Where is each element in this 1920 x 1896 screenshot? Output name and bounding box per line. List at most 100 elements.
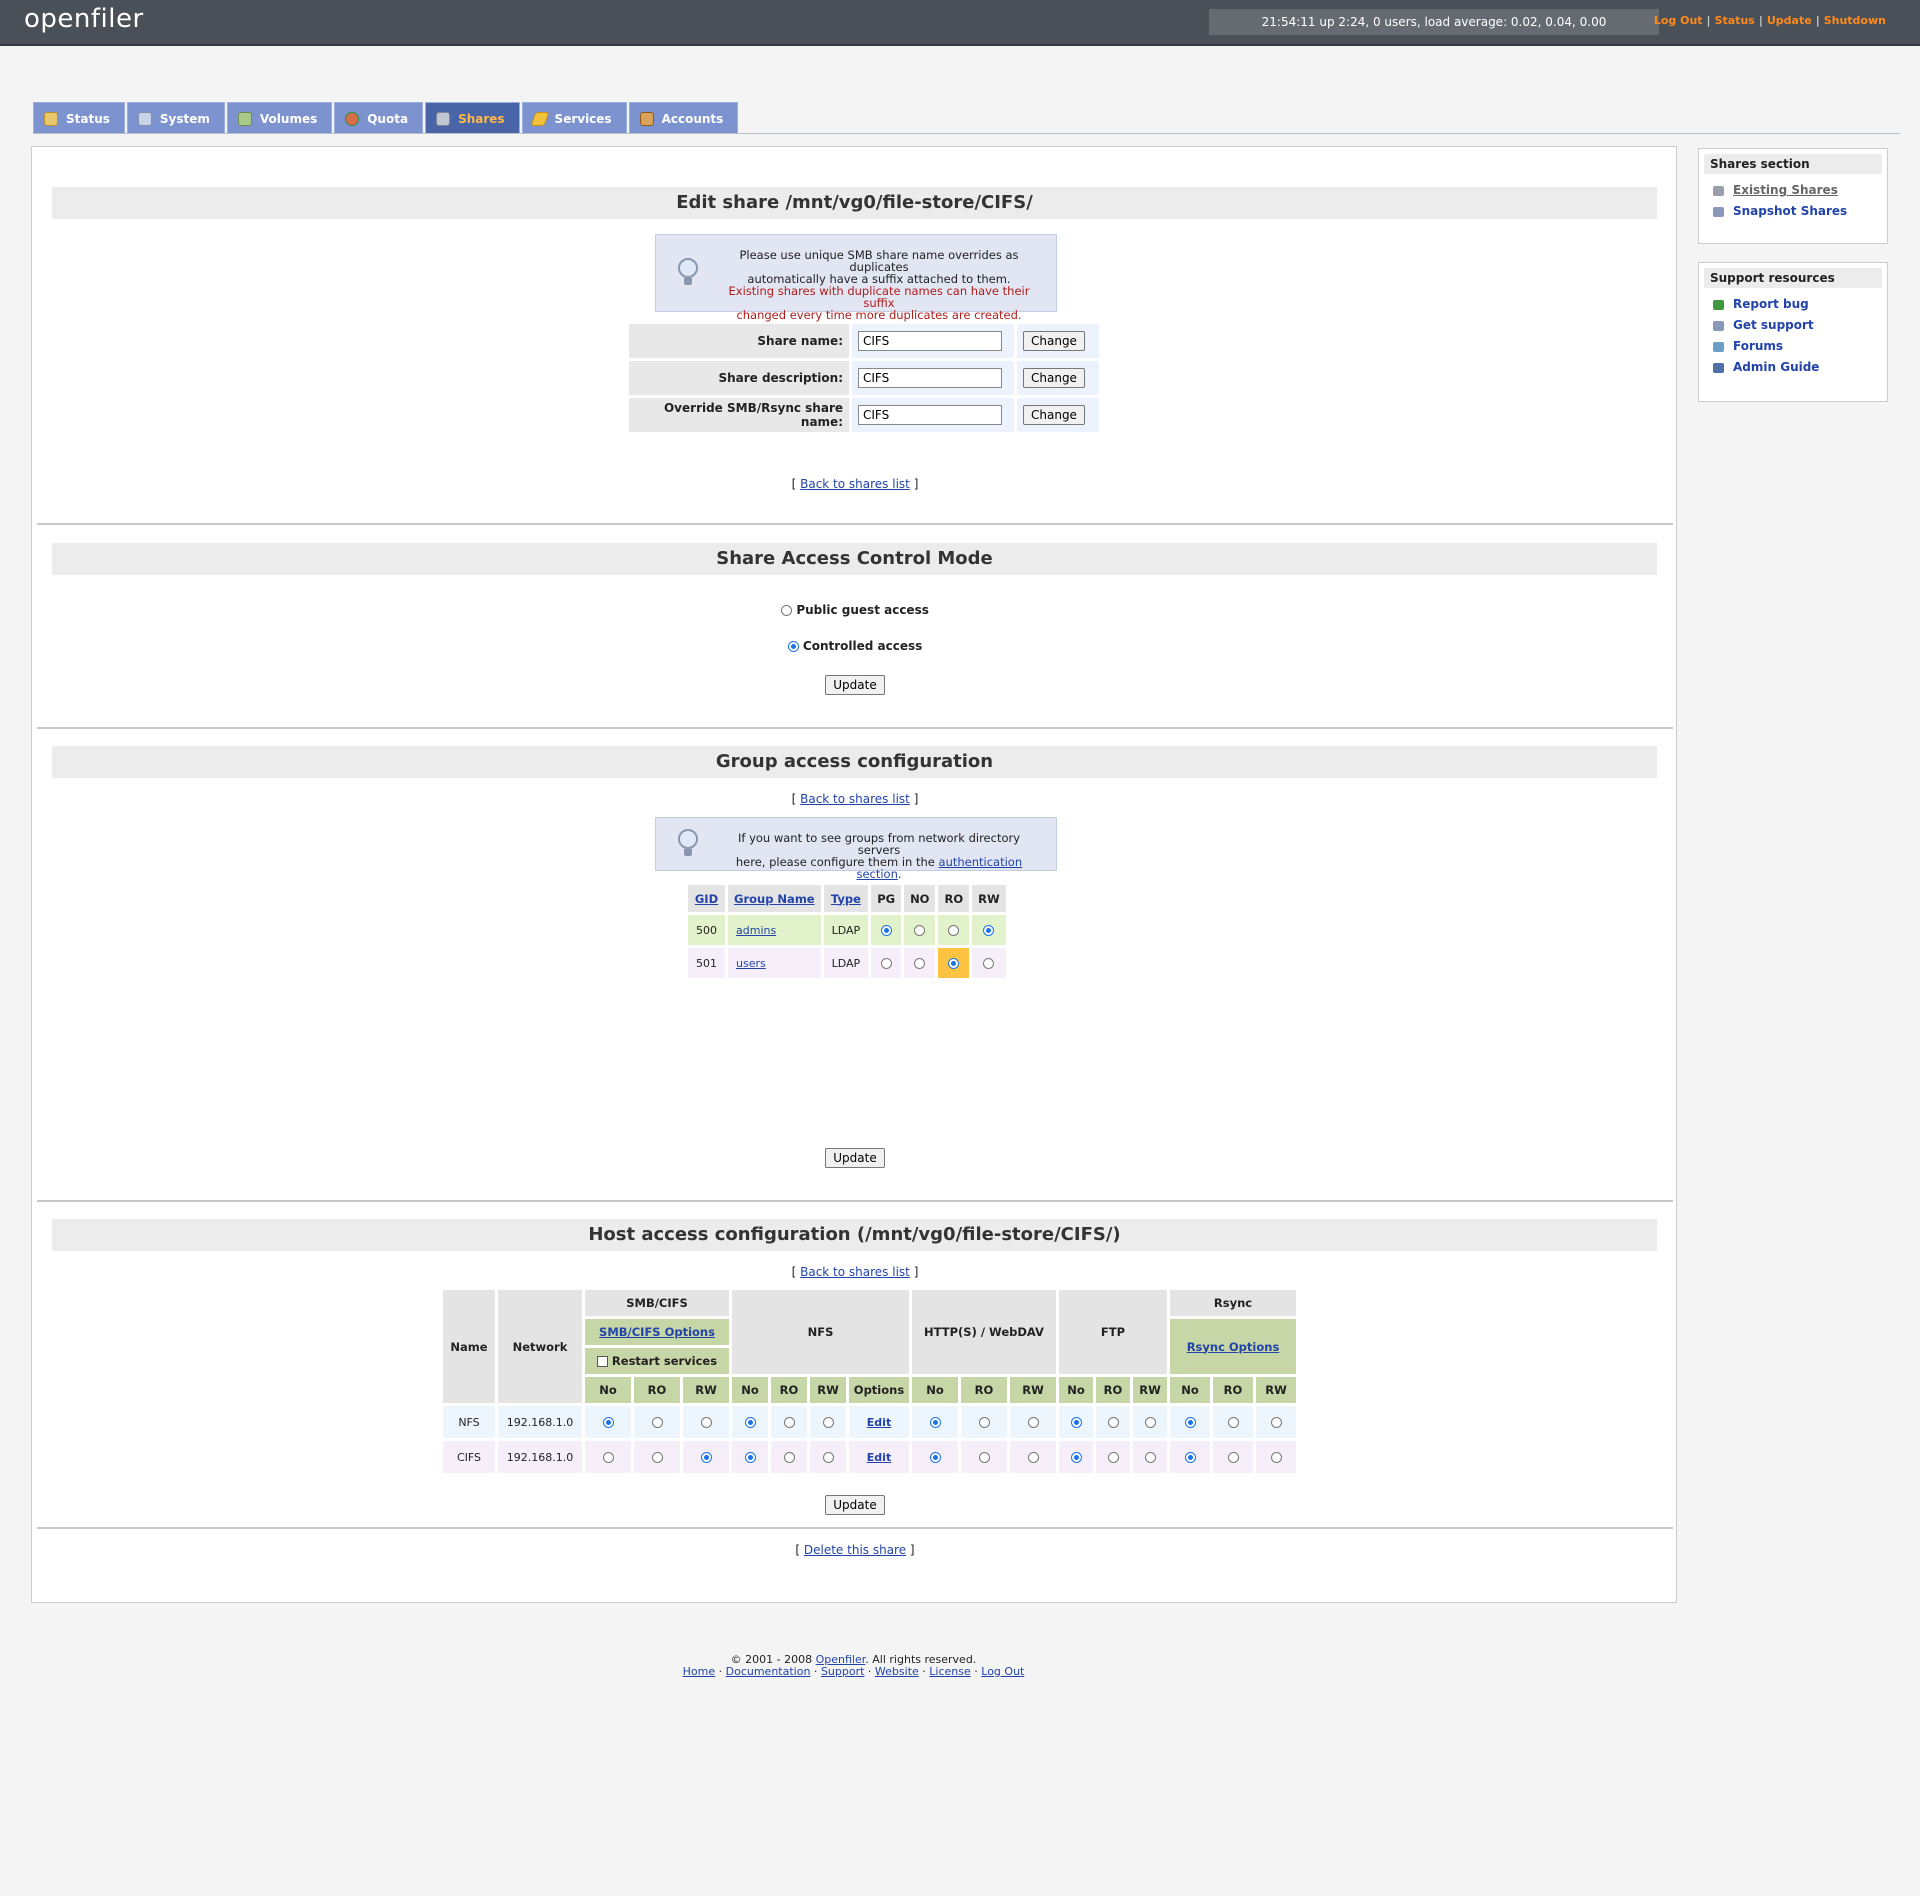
sidebar-item-report-bug[interactable]: Report bug — [1699, 294, 1887, 315]
col-ro: RO — [938, 885, 970, 912]
back-to-shares-link[interactable]: Back to shares list — [800, 477, 910, 491]
host-network-cell: 192.168.1.0 — [498, 1406, 582, 1438]
no-radio[interactable] — [914, 958, 926, 969]
nfs-ro-radio[interactable] — [783, 1452, 795, 1463]
col-name: Name — [443, 1290, 495, 1403]
ro-radio[interactable] — [948, 925, 960, 936]
share-description-input[interactable] — [858, 368, 1002, 388]
status-link[interactable]: Status — [1715, 14, 1755, 27]
smb-ro-radio[interactable] — [651, 1452, 663, 1463]
col-type[interactable]: Type — [823, 885, 869, 912]
rsync-no-radio[interactable] — [1184, 1452, 1196, 1463]
nfs-ro-radio[interactable] — [783, 1417, 795, 1428]
col-group-name[interactable]: Group Name — [728, 885, 821, 912]
smb-no-radio[interactable] — [602, 1417, 614, 1428]
restart-services-checkbox[interactable] — [596, 1356, 608, 1367]
pg-radio[interactable] — [880, 925, 892, 936]
footer-documentation-link[interactable]: Documentation — [726, 1665, 811, 1678]
logout-link[interactable]: Log Out — [1654, 14, 1703, 27]
back-to-shares-link[interactable]: Back to shares list — [800, 792, 910, 806]
tab-services[interactable]: Services — [521, 102, 627, 134]
rsync-rw-radio[interactable] — [1270, 1452, 1282, 1463]
back-to-shares-link[interactable]: Back to shares list — [800, 1265, 910, 1279]
tab-status[interactable]: Status — [33, 102, 125, 134]
nfs-rw-radio[interactable] — [822, 1452, 834, 1463]
sidebar-item-get-support[interactable]: Get support — [1699, 315, 1887, 336]
rw-radio[interactable] — [983, 958, 995, 969]
shutdown-link[interactable]: Shutdown — [1824, 14, 1886, 27]
http-ro-radio[interactable] — [978, 1452, 990, 1463]
sidebar-item-existing-shares[interactable]: Existing Shares — [1699, 180, 1887, 201]
nfs-rw-radio[interactable] — [822, 1417, 834, 1428]
tab-shares[interactable]: Shares — [425, 102, 520, 134]
smb-header: SMB/CIFS — [585, 1290, 729, 1316]
rw-radio[interactable] — [983, 925, 995, 936]
public-guest-radio[interactable] — [781, 605, 793, 616]
public-guest-option[interactable]: Public guest access — [32, 603, 1678, 617]
ftp-no-radio[interactable] — [1070, 1417, 1082, 1428]
smb-ro-radio[interactable] — [651, 1417, 663, 1428]
footer-logout-link[interactable]: Log Out — [981, 1665, 1024, 1678]
tab-system[interactable]: System — [126, 102, 225, 134]
controlled-access-option[interactable]: Controlled access — [32, 639, 1678, 653]
smb-no-radio[interactable] — [602, 1452, 614, 1463]
ro-radio[interactable] — [948, 958, 960, 969]
footer-support-link[interactable]: Support — [821, 1665, 864, 1678]
group-name-link[interactable]: users — [736, 957, 766, 970]
footer-home-link[interactable]: Home — [683, 1665, 715, 1678]
rsync-ro-radio[interactable] — [1227, 1417, 1239, 1428]
access-mode-update-button[interactable]: Update — [825, 675, 885, 695]
footer-website-link[interactable]: Website — [875, 1665, 919, 1678]
change-share-name-button[interactable]: Change — [1023, 331, 1085, 351]
http-rw-radio[interactable] — [1027, 1452, 1039, 1463]
pg-radio[interactable] — [880, 958, 892, 969]
ftp-ro-radio[interactable] — [1107, 1417, 1119, 1428]
system-icon — [137, 111, 152, 126]
rsync-ro-radio[interactable] — [1227, 1452, 1239, 1463]
rsync-rw-radio[interactable] — [1270, 1417, 1282, 1428]
ftp-no-radio[interactable] — [1070, 1452, 1082, 1463]
access-mode-title: Share Access Control Mode — [52, 543, 1657, 575]
override-smb-name-input[interactable] — [858, 405, 1002, 425]
http-no-radio[interactable] — [929, 1417, 941, 1428]
type-cell: LDAP — [823, 948, 869, 978]
tab-quota[interactable]: Quota — [334, 102, 424, 134]
sidebar-item-admin-guide[interactable]: Admin Guide — [1699, 357, 1887, 378]
sidebar-item-forums[interactable]: Forums — [1699, 336, 1887, 357]
tab-accounts[interactable]: Accounts — [628, 102, 739, 134]
col-gid[interactable]: GID — [688, 885, 725, 912]
footer-license-link[interactable]: License — [929, 1665, 970, 1678]
rsync-no-radio[interactable] — [1184, 1417, 1196, 1428]
host-network-cell: 192.168.1.0 — [498, 1441, 582, 1473]
group-access-update-button[interactable]: Update — [825, 1148, 885, 1168]
smb-options-link[interactable]: SMB/CIFS Options — [599, 1325, 715, 1339]
share-name-input[interactable] — [858, 331, 1002, 351]
ftp-rw-radio[interactable] — [1144, 1452, 1156, 1463]
host-name-cell: CIFS — [443, 1441, 495, 1473]
table-row: NFS 192.168.1.0 Edit — [443, 1406, 1296, 1438]
controlled-access-radio[interactable] — [787, 641, 799, 652]
sidebar-item-snapshot-shares[interactable]: Snapshot Shares — [1699, 201, 1887, 222]
update-link[interactable]: Update — [1767, 14, 1812, 27]
no-radio[interactable] — [914, 925, 926, 936]
smb-rw-radio[interactable] — [700, 1452, 712, 1463]
ftp-ro-radio[interactable] — [1107, 1452, 1119, 1463]
rsync-options-link[interactable]: Rsync Options — [1187, 1340, 1280, 1354]
nfs-edit-link[interactable]: Edit — [867, 1416, 891, 1429]
http-no-radio[interactable] — [929, 1452, 941, 1463]
change-override-name-button[interactable]: Change — [1023, 405, 1085, 425]
host-access-update-button[interactable]: Update — [825, 1495, 885, 1515]
tab-volumes[interactable]: Volumes — [226, 102, 333, 134]
smb-rw-radio[interactable] — [700, 1417, 712, 1428]
delete-share-link[interactable]: Delete this share — [804, 1543, 906, 1557]
ftp-rw-radio[interactable] — [1144, 1417, 1156, 1428]
gid-cell: 500 — [688, 915, 725, 945]
http-ro-radio[interactable] — [978, 1417, 990, 1428]
nfs-edit-link[interactable]: Edit — [867, 1451, 891, 1464]
group-name-link[interactable]: admins — [736, 924, 776, 937]
nfs-no-radio[interactable] — [744, 1417, 756, 1428]
restart-services-option[interactable]: Restart services — [585, 1348, 729, 1374]
nfs-no-radio[interactable] — [744, 1452, 756, 1463]
http-rw-radio[interactable] — [1027, 1417, 1039, 1428]
change-share-description-button[interactable]: Change — [1023, 368, 1085, 388]
